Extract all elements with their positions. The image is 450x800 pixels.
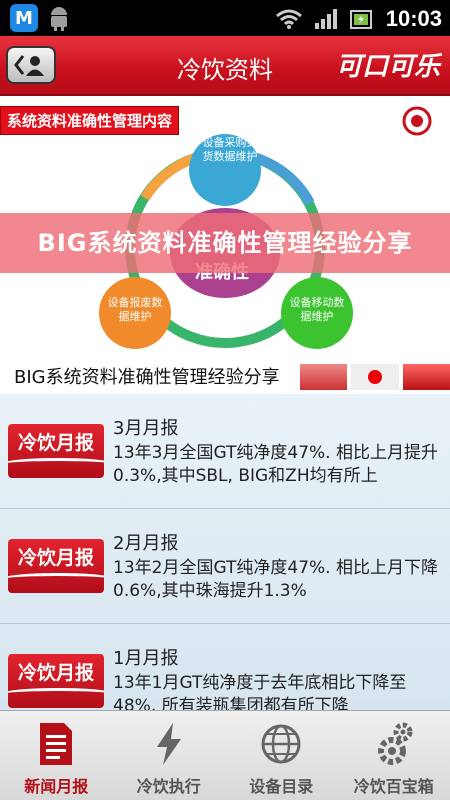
cycle-node-right: 设备移动数据维护 [289, 296, 345, 323]
tab-label: 设备目录 [249, 777, 314, 796]
news-title: 3月月报 [113, 418, 179, 439]
news-description: 13年2月全国GT纯净度47%. 相比上月下降0.6%,其中珠海提升1.3% [113, 558, 438, 601]
signal-icon [314, 9, 337, 29]
banner-overlay-title: BIG系统资料准确性管理经验分享 [0, 213, 450, 273]
monthly-report-icon: 冷饮月报 [8, 424, 104, 478]
news-description: 13年3月全国GT纯净度47%. 相比上月提升0.3%,其中SBL, BIG和Z… [113, 443, 438, 486]
news-title: 2月月报 [113, 533, 179, 554]
clock: 10:03 [385, 6, 442, 31]
emblem-icon [402, 106, 432, 136]
tab-equipment-catalog[interactable]: 设备目录 [225, 711, 338, 800]
status-bar: M 10:03 [0, 0, 450, 36]
tab-news-report[interactable]: 新闻月报 [0, 711, 113, 800]
news-icon-label: 冷饮月报 [17, 662, 94, 684]
banner-thumbnails [300, 364, 450, 390]
battery-icon [349, 10, 372, 29]
cycle-node-left: 设备报废数据维护 [107, 296, 163, 323]
gears-icon [377, 722, 413, 765]
monthly-report-icon: 冷饮月报 [8, 539, 104, 593]
tab-label: 新闻月报 [24, 777, 89, 796]
tab-toolbox[interactable]: 冷饮百宝箱 [338, 711, 450, 800]
news-icon-label: 冷饮月报 [17, 432, 94, 454]
news-description: 13年1月GT纯净度于去年底相比下降至48%, 所有装瓶集团都有所下降 [113, 673, 407, 710]
app-header: 冷饮资料 可口可乐 [0, 36, 450, 96]
document-icon [40, 723, 73, 765]
lightning-icon [156, 723, 181, 765]
bottom-tab-bar: 新闻月报 冷饮执行 设备目录 冷饮百宝箱 [0, 710, 450, 800]
list-item[interactable]: 冷饮月报 3月月报 13年3月全国GT纯净度47%. 相比上月提升0.3%,其中… [0, 394, 450, 508]
thumbnail-image [300, 364, 348, 390]
tab-label: 冷饮执行 [136, 777, 201, 796]
news-icon-label: 冷饮月报 [17, 547, 94, 569]
brand-logo: 可口可乐 [335, 52, 440, 82]
android-icon [51, 7, 67, 31]
news-list[interactable]: 冷饮月报 3月月报 13年3月全国GT纯净度47%. 相比上月提升0.3%,其中… [0, 394, 450, 710]
news-title: 1月月报 [113, 648, 179, 669]
tab-execution[interactable]: 冷饮执行 [113, 711, 226, 800]
wave-decoration [8, 688, 104, 702]
tab-label: 冷饮百宝箱 [353, 777, 434, 796]
globe-icon [261, 724, 301, 764]
list-item[interactable]: 冷饮月报 2月月报 13年2月全国GT纯净度47%. 相比上月下降0.6%,其中… [0, 509, 450, 623]
thumbnail-image [351, 364, 399, 390]
app-notification-icon: M [10, 4, 38, 32]
wave-decoration [8, 573, 104, 587]
monthly-report-icon: 冷饮月报 [8, 654, 104, 708]
wifi-icon [275, 9, 302, 29]
cycle-node-top: 设备采购到货数据维护 [202, 136, 258, 163]
list-item[interactable]: 冷饮月报 1月月报 13年1月GT纯净度于去年底相比下降至48%, 所有装瓶集团… [0, 624, 450, 710]
wave-decoration [8, 458, 104, 472]
thumbnail-image [402, 364, 450, 390]
banner-caption: BIG系统资料准确性管理经验分享 [14, 367, 280, 388]
banner-carousel[interactable]: 系统资料准确性管理内容 准确性 设备采购到货数据维护 设备报废数据维护 设备移动… [0, 98, 450, 394]
